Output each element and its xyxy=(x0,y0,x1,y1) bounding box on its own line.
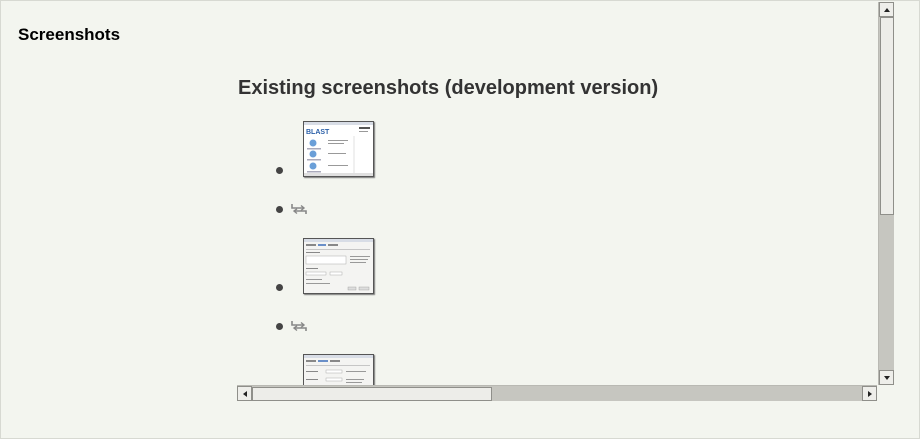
scroll-down-button[interactable] xyxy=(879,370,894,385)
horizontal-scroll-thumb[interactable] xyxy=(252,387,492,401)
screenshot-thumbnail-1[interactable]: BLAST xyxy=(303,121,374,177)
screenshot-thumbnail-2[interactable] xyxy=(303,238,374,294)
arrow-right-icon xyxy=(867,390,872,397)
scroll-left-button[interactable] xyxy=(237,386,252,401)
list-bullet xyxy=(276,206,283,213)
screenshot-thumbnail-3[interactable] xyxy=(303,354,374,385)
scroll-right-button[interactable] xyxy=(862,386,877,401)
screenshots-heading: Existing screenshots (development versio… xyxy=(238,77,659,99)
list-bullet xyxy=(276,167,283,174)
list-bullet xyxy=(276,284,283,291)
screenshot-preview-image: BLAST xyxy=(304,122,373,176)
horizontal-scrollbar[interactable] xyxy=(237,385,877,401)
vertical-scroll-thumb[interactable] xyxy=(880,17,894,215)
scroll-up-button[interactable] xyxy=(879,2,894,17)
arrow-left-icon xyxy=(242,390,247,397)
blast-logo-text: BLAST xyxy=(306,129,330,136)
swap-arrows-icon[interactable] xyxy=(291,320,307,332)
list-bullet xyxy=(276,323,283,330)
vertical-scrollbar[interactable] xyxy=(878,2,894,385)
arrow-up-icon xyxy=(883,7,890,12)
swap-arrows-icon[interactable] xyxy=(291,203,307,215)
screenshot-preview-image xyxy=(304,355,373,385)
screenshots-viewport: Existing screenshots (development versio… xyxy=(237,1,878,385)
section-title: Screenshots xyxy=(18,25,121,44)
arrow-down-icon xyxy=(883,375,890,380)
page-frame: Screenshots Existing screenshots (develo… xyxy=(0,0,920,439)
screenshot-preview-image xyxy=(304,239,373,293)
